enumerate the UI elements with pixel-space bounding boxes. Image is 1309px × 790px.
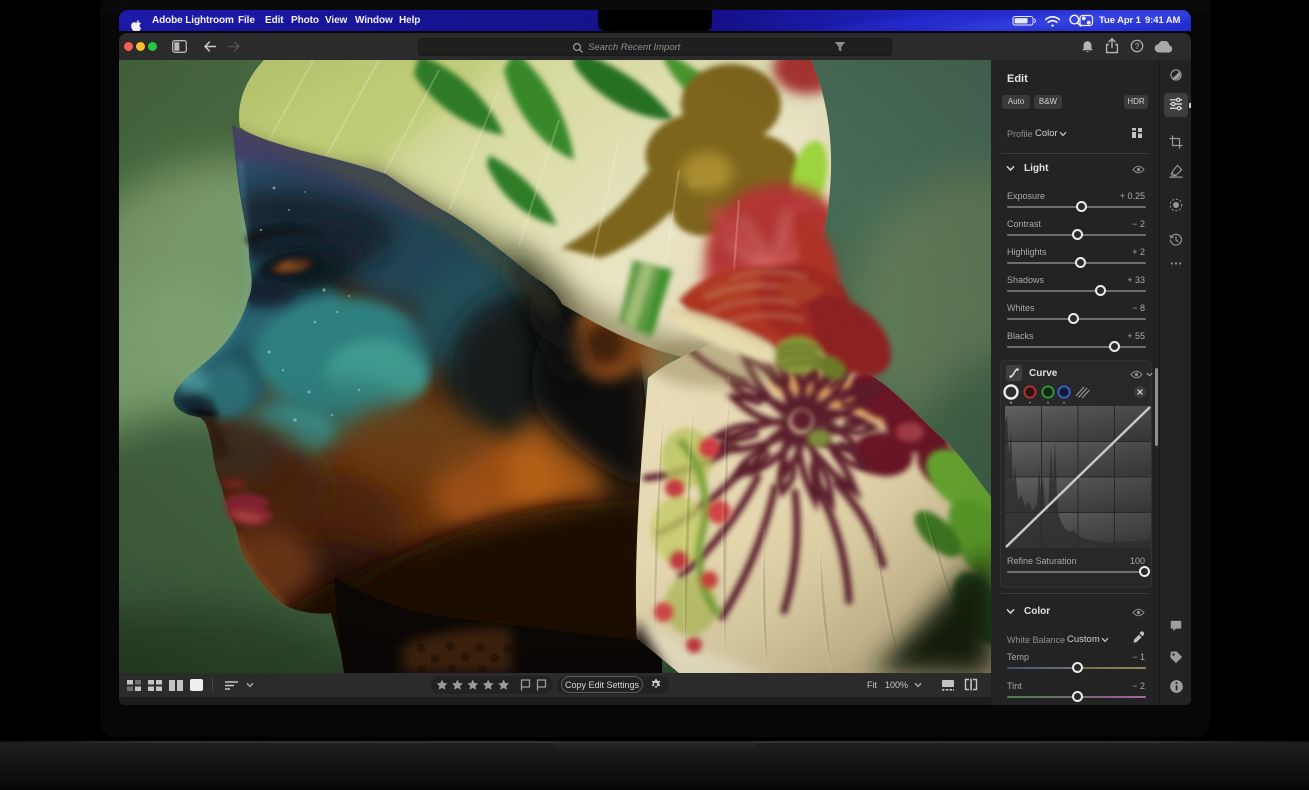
svg-text:?: ? — [1135, 41, 1140, 51]
